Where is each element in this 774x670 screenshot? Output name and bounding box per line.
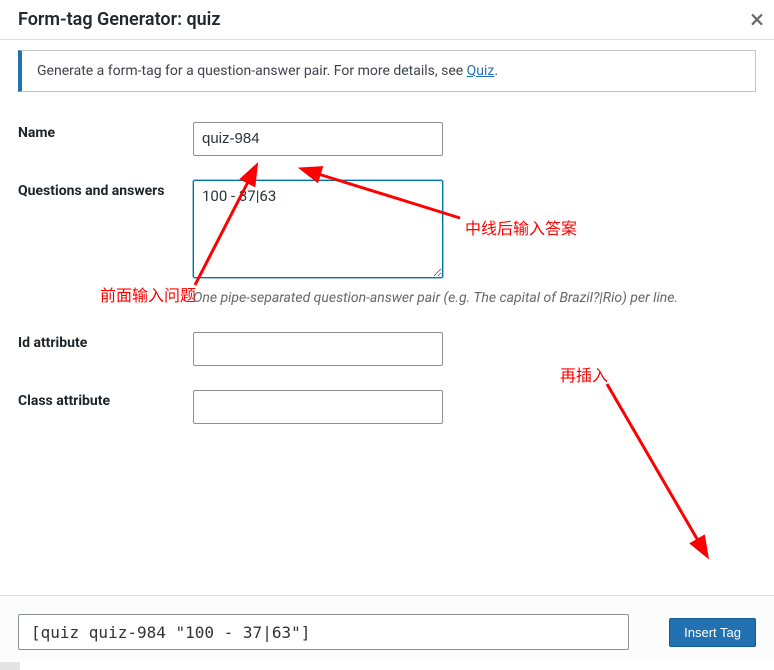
id-attribute-field[interactable]	[193, 332, 443, 366]
label-class: Class attribute	[18, 378, 193, 436]
dialog-footer: Insert Tag	[0, 595, 774, 660]
info-text-suffix: .	[494, 63, 498, 79]
info-text-prefix: Generate a form-tag for a question-answe…	[37, 63, 467, 79]
insert-tag-button[interactable]: Insert Tag	[669, 618, 756, 647]
close-icon[interactable]: ×	[750, 7, 764, 33]
qa-hint: One pipe-separated question-answer pair …	[193, 288, 753, 308]
dialog-title: Form-tag Generator: quiz	[18, 9, 220, 30]
generated-tag-code[interactable]	[18, 614, 629, 650]
label-qa: Questions and answers	[18, 168, 193, 320]
form-body: Name Questions and answers One pipe-sepa…	[0, 110, 774, 456]
info-banner: Generate a form-tag for a question-answe…	[18, 50, 756, 92]
class-attribute-field[interactable]	[193, 390, 443, 424]
tab-indicator	[0, 662, 20, 670]
dialog-header: Form-tag Generator: quiz ×	[0, 0, 774, 40]
questions-answers-field[interactable]	[193, 180, 443, 278]
info-link-quiz[interactable]: Quiz	[467, 63, 495, 79]
label-id: Id attribute	[18, 320, 193, 378]
name-field[interactable]	[193, 122, 443, 156]
form-table: Name Questions and answers One pipe-sepa…	[18, 110, 756, 436]
label-name: Name	[18, 110, 193, 168]
